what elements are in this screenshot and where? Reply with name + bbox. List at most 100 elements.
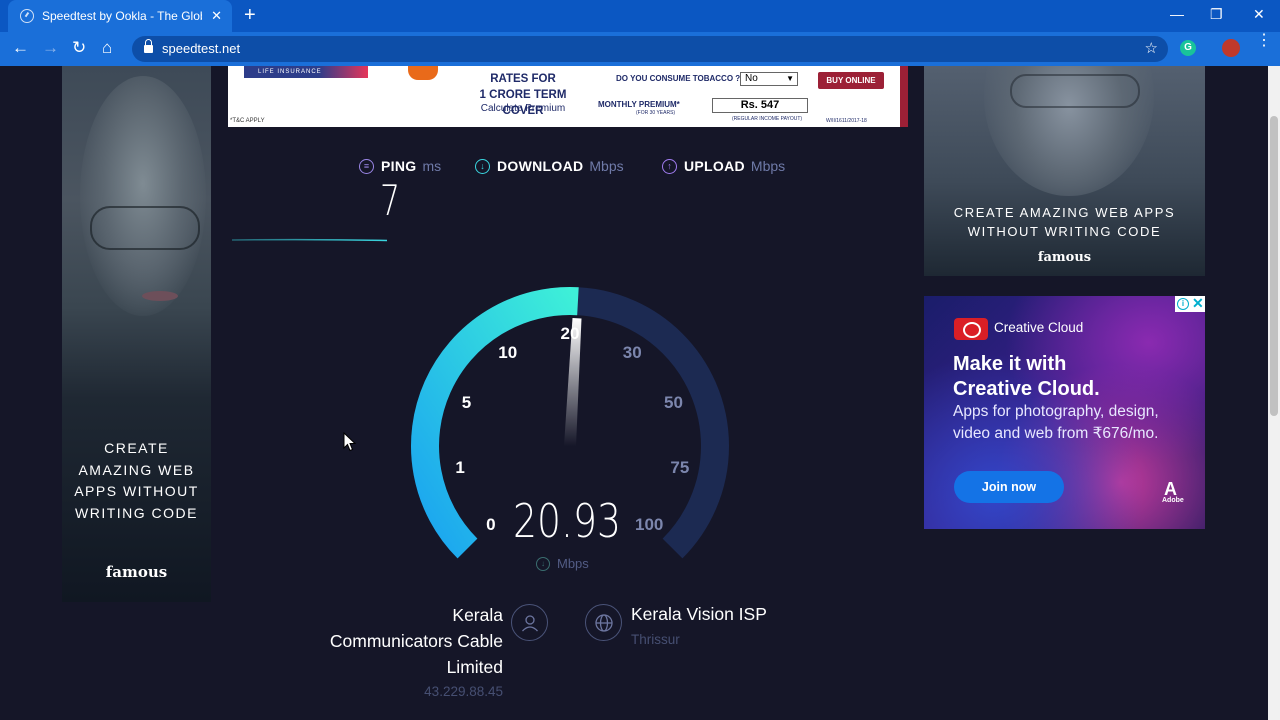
adobe-logo-icon: A [1164,479,1177,499]
tab-bar: Speedtest by Ookla - The Global ✕ + — ❐ … [0,0,1280,32]
mouse-cursor-icon [343,432,357,452]
globe-glyph-icon [595,614,613,632]
upload-label: UPLOAD [684,158,745,174]
ad-left-line: WRITING CODE [75,504,198,521]
ad-creative-cloud[interactable]: Creative Cloud Make it with Creative Clo… [924,296,1205,529]
ping-icon: ≡ [359,158,374,174]
profile-avatar[interactable] [1222,39,1240,57]
ad-insurance-logo: LIFE INSURANCE [244,66,368,78]
cc-sub-line1: Apps for photography, design, [953,403,1159,420]
ping-value: 7 [380,176,401,225]
gauge-tick-label: 20 [560,324,580,343]
globe-icon [585,604,622,641]
ping-sparkline [232,238,387,242]
lock-icon[interactable] [144,39,153,54]
cc-sub-line2: video and web from ₹676/mo. [953,424,1159,442]
creative-cloud-logo-icon [954,318,988,340]
gauge-tick-label: 50 [664,393,683,413]
download-unit: Mbps [589,158,624,174]
ad-left-brand: famous [105,563,168,581]
upload-unit: Mbps [750,158,786,174]
gauge-tick-label: 5 [461,393,472,413]
ping-label: PING [381,158,417,174]
ad-badge [408,66,438,80]
speed-unit: ↓ Mbps [536,556,589,571]
ad-top-banner[interactable]: LIFE INSURANCE *T&C APPLY RATES FOR 1 CR… [228,66,908,127]
close-window-button[interactable]: ✕ [1253,6,1265,23]
ad-rates-line1: RATES FOR [490,73,556,85]
upload-metric: ↑ UPLOAD Mbps [662,158,785,174]
speedtest-favicon-icon [20,9,34,23]
tab-title: Speedtest by Ookla - The Global [42,9,202,23]
reload-icon[interactable]: ↻ [72,39,86,57]
cc-join-now-button[interactable]: Join now [954,471,1064,503]
upload-icon: ↑ [662,158,677,174]
bookmark-star-icon[interactable]: ☆ [1145,39,1158,57]
host-line1: Kerala [452,605,503,625]
ad-glasses [1010,74,1140,108]
minimize-button[interactable]: — [1170,6,1184,22]
ad-portrait [80,76,206,316]
gauge-tick-label: 10 [498,342,518,362]
browser-menu-icon[interactable]: ⋮ [1256,33,1272,49]
url-text[interactable]: speedtest.net [162,41,240,56]
speed-unit-label: Mbps [557,556,589,571]
host-name[interactable]: Kerala Communicators Cable Limited [283,602,503,680]
ad-left-famous[interactable]: CREATE AMAZING WEB APPS WITHOUT WRITING … [62,66,211,602]
dropdown-arrow-icon: ▼ [786,74,794,83]
browser-tab[interactable]: Speedtest by Ookla - The Global ✕ [8,0,232,32]
gauge-tick-label: 1 [455,457,465,477]
ad-tobacco-select[interactable]: No ▼ [740,72,798,86]
cc-headline: Make it with Creative Cloud. [953,352,1100,402]
ad-monthly-premium-label: MONTHLY PREMIUM* [598,100,680,109]
ad-buy-online-button[interactable]: BUY ONLINE [818,72,884,89]
ad-glasses [90,206,200,250]
ad-right-headline: CREATE AMAZING WEB APPS WITHOUT WRITING … [924,204,1205,241]
restore-button[interactable]: ❐ [1210,6,1223,23]
forward-icon[interactable]: → [42,39,59,57]
ad-right-brand: famous [1037,250,1092,265]
tab-close-icon[interactable]: ✕ [211,8,222,24]
cc-product-name: Creative Cloud [994,320,1084,335]
host-line3: Limited [446,657,503,677]
ping-unit: ms [422,158,442,174]
host-ip: 43.229.88.45 [424,684,503,699]
address-bar[interactable]: speedtest.net ☆ [132,36,1168,62]
download-small-icon: ↓ [536,556,550,571]
user-glyph-icon [522,615,538,632]
cc-subtext: Apps for photography, design, video and … [953,401,1159,444]
download-metric: ↓ DOWNLOAD Mbps [475,158,624,174]
ad-left-headline: CREATE AMAZING WEB APPS WITHOUT WRITING … [62,438,211,524]
ad-premium-value: Rs. 547 [712,98,808,113]
ping-metric: ≡ PING ms [359,158,441,174]
ad-close-icon[interactable]: ✕ [1192,296,1204,312]
new-tab-button[interactable]: + [244,5,256,25]
ad-monthly-sub: (FOR 30 YEARS) [636,110,676,116]
page-scrollbar[interactable] [1268,66,1280,720]
gauge-tick-label: 75 [670,457,690,477]
download-label: DOWNLOAD [497,158,584,174]
ad-lips [142,291,178,301]
gauge-tick-label: 30 [622,342,642,362]
ad-tnc: *T&C APPLY [230,118,265,124]
grammarly-extension-icon[interactable]: G [1180,40,1196,56]
adchoices-info-icon[interactable]: i [1177,298,1189,310]
adobe-wordmark: Adobe [1162,497,1184,504]
gauge-tick-label: 100 [635,515,664,535]
browser-toolbar: ← → ↻ ⌂ speedtest.net ☆ G ⋮ [0,32,1280,66]
ad-left-line: APPS WITHOUT [74,483,199,499]
download-icon: ↓ [475,158,490,174]
scrollbar-thumb[interactable] [1270,116,1278,416]
back-icon[interactable]: ← [12,39,29,57]
ad-right-line1: CREATE AMAZING WEB APPS [953,205,1176,220]
home-icon[interactable]: ⌂ [102,39,112,57]
adchoices[interactable]: i ✕ [1175,296,1205,312]
page-content: CREATE AMAZING WEB APPS WITHOUT WRITING … [0,66,1268,720]
isp-name[interactable]: Kerala Vision ISP [631,604,767,625]
ad-code: W/II/1611/2017-18 [826,118,867,124]
ad-tobacco-question: DO YOU CONSUME TOBACCO ? [616,74,741,83]
ad-right-famous[interactable]: CREATE AMAZING WEB APPS WITHOUT WRITING … [924,66,1205,276]
ad-premium-sub: (REGULAR INCOME PAYOUT) [732,116,803,122]
gauge-tick-label: 0 [486,515,496,535]
ad-left-line: CREATE [104,440,169,456]
